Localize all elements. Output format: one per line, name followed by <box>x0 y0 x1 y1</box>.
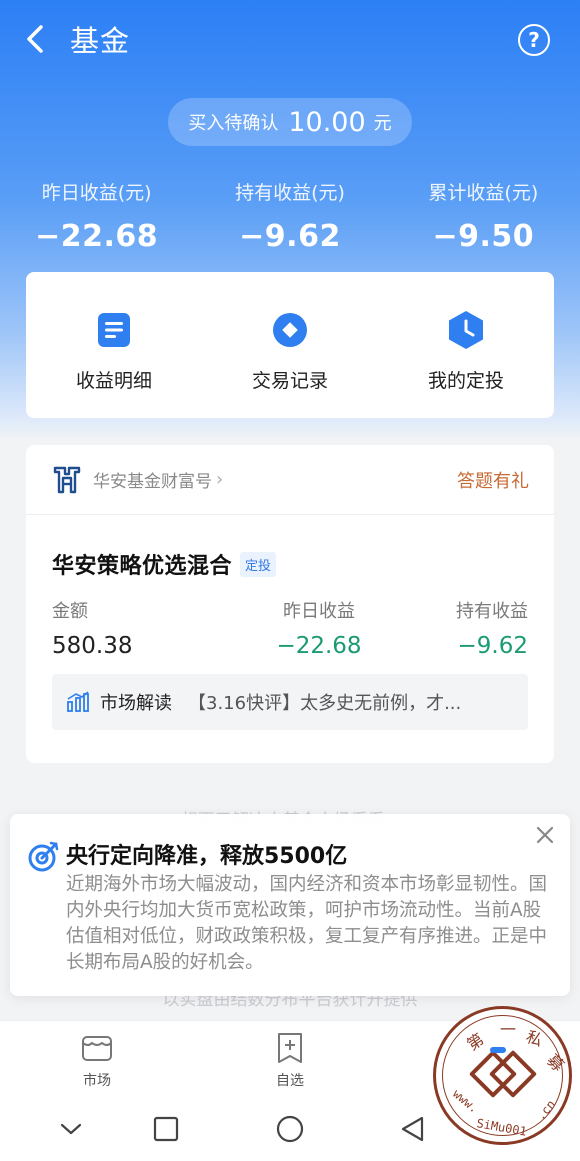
add-watchlist-icon <box>278 1033 302 1063</box>
stat-label: 持有收益(元) <box>235 182 345 204</box>
holding-earnings-value: −9.62 <box>457 633 528 659</box>
popup-title: 央行定向降准，释放5500亿 <box>66 844 348 869</box>
amount-value: 580.38 <box>52 633 133 659</box>
holding-earnings-column: 持有收益 −9.62 <box>456 597 528 659</box>
tab-label: 市场 <box>83 1073 111 1089</box>
fund-name: 华安策略优选混合 <box>52 554 233 579</box>
back-button[interactable] <box>20 22 50 56</box>
brand-name-link[interactable]: 华安基金财富号 <box>93 467 212 492</box>
stat-label: 昨日收益(元) <box>41 182 152 204</box>
column-label: 持有收益 <box>456 601 528 622</box>
action-earnings-detail[interactable]: 收益明细 <box>26 272 202 418</box>
chart-icon <box>67 691 89 712</box>
help-icon: ? <box>528 28 540 52</box>
page-title: 基金 <box>70 24 131 58</box>
document-icon <box>94 310 134 350</box>
column-label: 昨日收益 <box>283 601 355 622</box>
stat-cumulative: 累计收益(元) −9.50 <box>387 178 580 254</box>
record-icon <box>270 310 310 350</box>
watermark-seal: 第 一 私 募 www. SiMu001 .cn <box>433 1006 572 1145</box>
pending-label: 买入待确认 <box>188 113 279 134</box>
huaan-logo-icon <box>53 466 81 493</box>
tab-watchlist[interactable]: 自选 <box>265 1031 315 1090</box>
market-icon <box>82 1036 112 1061</box>
stat-value: −9.62 <box>239 219 341 254</box>
svg-text:一: 一 <box>500 1020 516 1039</box>
clock-icon <box>446 310 486 350</box>
earnings-summary: 昨日收益(元) −22.68 持有收益(元) −9.62 累计收益(元) −9.… <box>0 178 580 254</box>
stat-label: 累计收益(元) <box>428 182 539 204</box>
action-label: 收益明细 <box>75 370 152 392</box>
back-arrow-icon <box>27 25 43 53</box>
quiz-reward-link[interactable]: 答题有礼 <box>457 467 529 493</box>
stat-value: −9.50 <box>432 219 535 254</box>
market-insight-label: 市场解读 <box>100 693 172 714</box>
fund-card: 华安基金财富号 › 答题有礼 华安策略优选混合 定投 金额 580.38 昨日收… <box>26 445 554 763</box>
yesterday-earnings-value: −22.68 <box>276 633 362 659</box>
action-label: 我的定投 <box>427 370 504 392</box>
stat-value: −22.68 <box>35 219 159 254</box>
news-popup[interactable]: 央行定向降准，释放5500亿 近期海外市场大幅波动，国内经济和资本市场彰显韧性。… <box>10 814 570 996</box>
chevron-right-icon: › <box>216 469 224 490</box>
stat-holding: 持有收益(元) −9.62 <box>193 178 386 254</box>
quick-actions-card: 收益明细 交易记录 我的定投 <box>26 272 554 418</box>
tab-market[interactable]: 市场 <box>72 1031 122 1090</box>
close-icon[interactable] <box>532 822 558 848</box>
help-button[interactable]: ? <box>518 24 550 56</box>
pending-amount: 10.00 <box>288 106 366 138</box>
home-icon[interactable] <box>275 1114 305 1144</box>
fund-card-header: 华安基金财富号 › 答题有礼 <box>26 445 554 515</box>
auto-invest-tag: 定投 <box>240 551 277 577</box>
action-label: 交易记录 <box>251 370 328 392</box>
market-insight-text: 【3.16快评】太多史无前例，才... <box>188 693 462 714</box>
column-label: 金额 <box>52 601 88 622</box>
pending-unit: 元 <box>373 113 392 134</box>
action-transaction-records[interactable]: 交易记录 <box>202 272 378 418</box>
target-icon <box>28 841 59 872</box>
market-insight-bar[interactable]: 市场解读 【3.16快评】太多史无前例，才... <box>52 674 528 730</box>
popup-body: 近期海外市场大幅波动，国内经济和资本市场彰显韧性。国内外央行均加大货币宽松政策，… <box>66 874 548 973</box>
recent-apps-icon[interactable] <box>151 1114 181 1144</box>
tab-label: 自选 <box>276 1073 304 1089</box>
pending-purchase-pill[interactable]: 买入待确认 10.00 元 <box>168 98 412 146</box>
stat-yesterday: 昨日收益(元) −22.68 <box>0 178 193 254</box>
yesterday-earnings-column: 昨日收益 −22.68 <box>244 597 394 659</box>
chevron-down-icon[interactable] <box>56 1114 86 1144</box>
amount-column: 金额 580.38 <box>52 597 132 659</box>
action-my-investment-plan[interactable]: 我的定投 <box>378 272 554 418</box>
top-bar: 基金 ? <box>0 0 580 78</box>
back-triangle-icon[interactable] <box>398 1114 428 1144</box>
fund-title-row[interactable]: 华安策略优选混合 定投 <box>52 548 277 580</box>
